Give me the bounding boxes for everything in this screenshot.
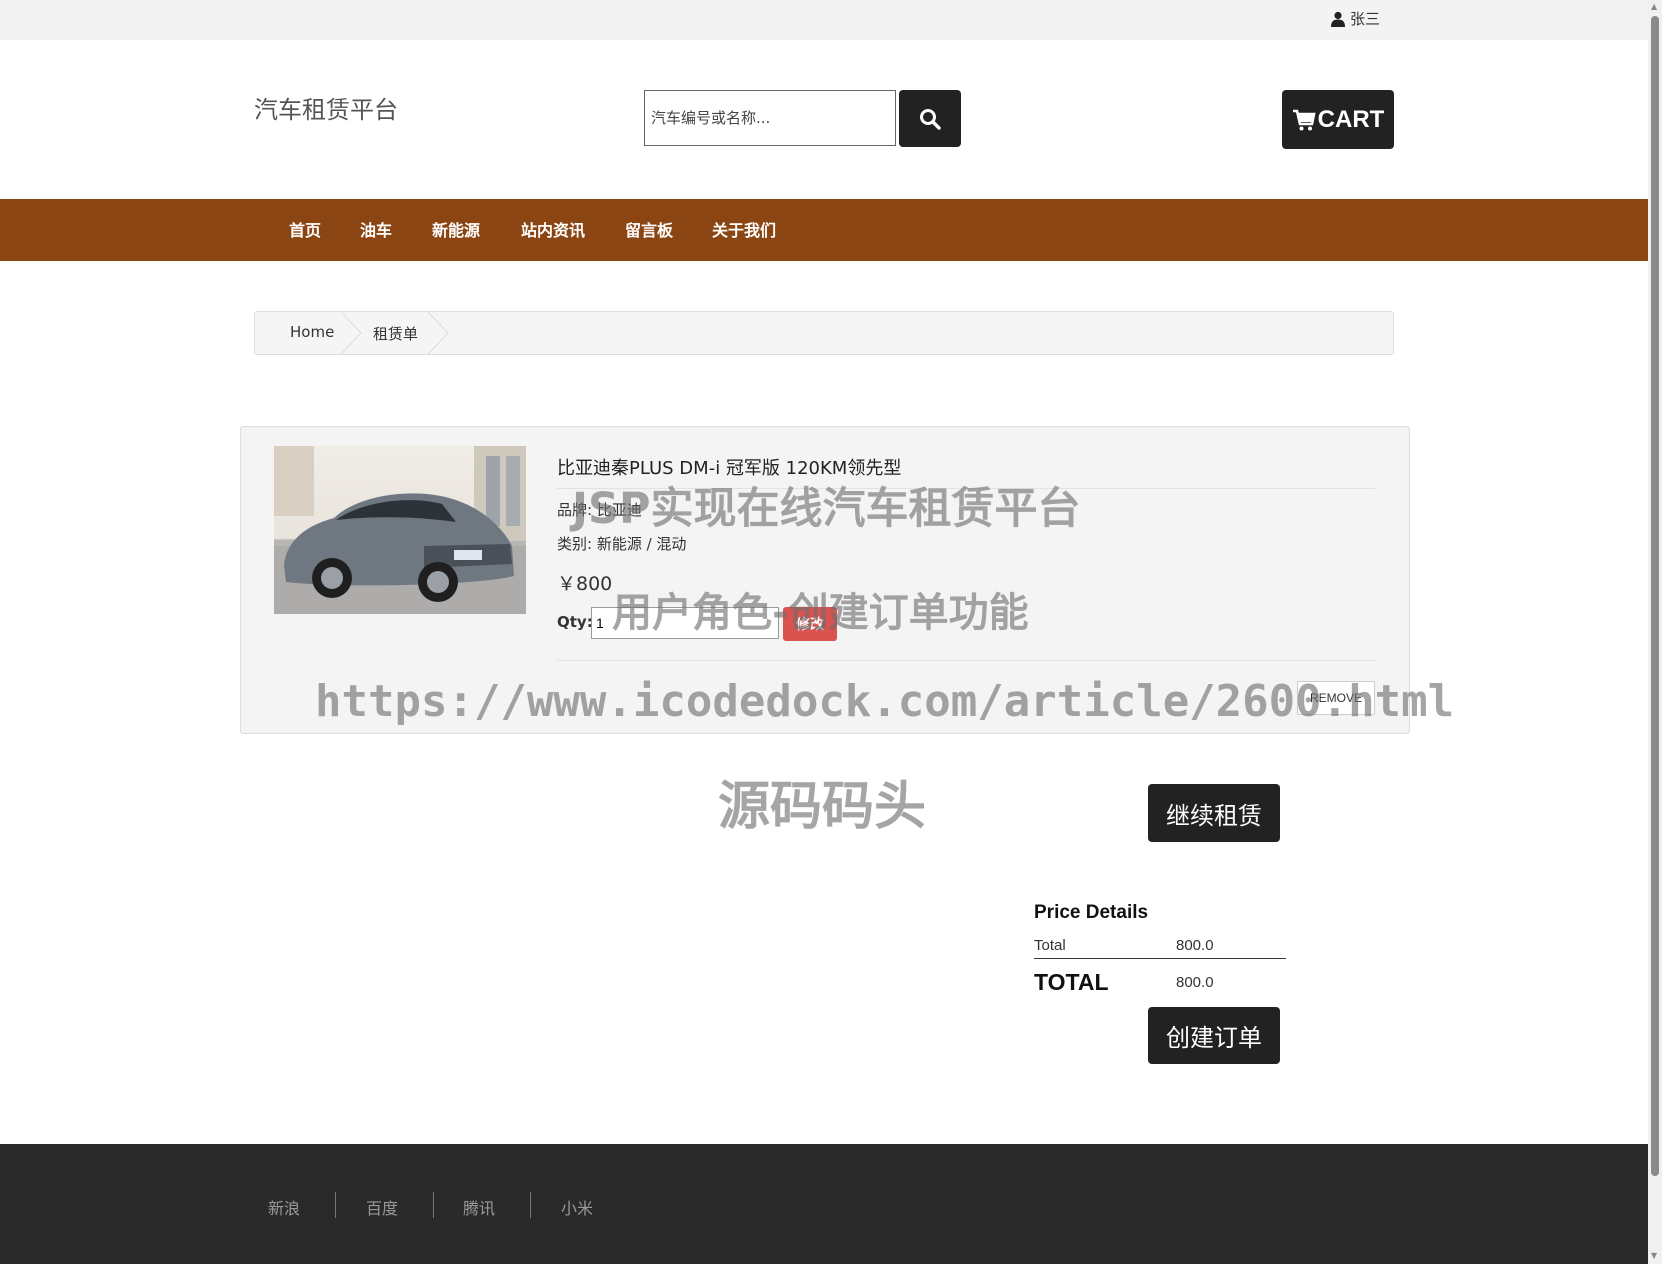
divider xyxy=(530,1192,531,1218)
cart-item: 比亚迪秦PLUS DM-i 冠军版 120KM领先型 品牌: 比亚迪 类别: 新… xyxy=(240,426,1410,734)
nav-item-message-board[interactable]: 留言板 xyxy=(625,217,673,241)
breadcrumb-chevron-icon xyxy=(341,312,362,354)
footer-link-tencent[interactable]: 腾讯 xyxy=(463,1195,495,1219)
user-icon xyxy=(1331,11,1345,27)
site-brand[interactable]: 汽车租赁平台 xyxy=(254,90,398,125)
update-qty-button[interactable]: 修改 xyxy=(783,607,837,641)
qty-input[interactable] xyxy=(591,607,779,639)
subtotal-label: Total xyxy=(1034,937,1066,954)
grand-total-label: TOTAL xyxy=(1034,969,1109,995)
divider xyxy=(557,488,1375,489)
subtotal-value: 800.0 xyxy=(1176,937,1214,954)
create-order-button[interactable]: 创建订单 xyxy=(1148,1007,1280,1064)
scroll-down-arrow-icon[interactable]: ▼ xyxy=(1651,1251,1657,1260)
watermark-source: 源码码头 xyxy=(718,777,927,837)
footer-link-xiaomi[interactable]: 小米 xyxy=(561,1195,593,1219)
scroll-up-arrow-icon[interactable]: ▲ xyxy=(1651,2,1657,11)
qty-label: Qty: xyxy=(557,613,593,631)
breadcrumb-chevron-icon xyxy=(428,312,449,354)
breadcrumb-home[interactable]: Home xyxy=(290,323,334,341)
user-name: 张三 xyxy=(1350,10,1381,28)
cart-button[interactable]: CART xyxy=(1282,90,1394,149)
price-details-title: Price Details xyxy=(1034,902,1149,923)
breadcrumb: Home 租赁单 xyxy=(254,311,1394,355)
main-nav: 首页 油车 新能源 站内资讯 留言板 关于我们 xyxy=(0,199,1648,261)
search-input[interactable] xyxy=(644,90,896,146)
car-image[interactable] xyxy=(274,446,526,614)
divider xyxy=(1034,958,1286,959)
nav-item-news[interactable]: 站内资讯 xyxy=(521,217,585,241)
user-menu[interactable]: 张三 xyxy=(1330,8,1380,29)
divider xyxy=(557,660,1375,661)
footer-link-sina[interactable]: 新浪 xyxy=(268,1195,300,1219)
search-icon xyxy=(920,108,941,130)
divider xyxy=(433,1192,434,1218)
car-brand: 品牌: 比亚迪 xyxy=(557,501,642,519)
remove-button[interactable]: REMOVE xyxy=(1297,681,1375,715)
nav-item-new-energy[interactable]: 新能源 xyxy=(432,217,480,241)
grand-total-value: 800.0 xyxy=(1176,974,1214,991)
cart-label: CART xyxy=(1317,105,1385,133)
nav-item-fuel-cars[interactable]: 油车 xyxy=(360,217,392,241)
shopping-cart-icon xyxy=(1292,109,1316,130)
search-button[interactable] xyxy=(899,90,961,147)
nav-item-about-us[interactable]: 关于我们 xyxy=(712,217,776,241)
footer-link-baidu[interactable]: 百度 xyxy=(366,1195,398,1219)
car-title[interactable]: 比亚迪秦PLUS DM-i 冠军版 120KM领先型 xyxy=(557,454,901,480)
continue-renting-button[interactable]: 继续租赁 xyxy=(1148,784,1280,842)
car-category: 类别: 新能源 / 混动 xyxy=(557,535,687,553)
breadcrumb-current: 租赁单 xyxy=(373,325,419,343)
divider xyxy=(335,1192,336,1218)
top-bar: 张三 xyxy=(0,0,1648,40)
car-price: ￥800 xyxy=(557,573,613,595)
nav-item-home[interactable]: 首页 xyxy=(289,217,321,241)
footer: 新浪 百度 腾讯 小米 xyxy=(0,1144,1648,1264)
scrollbar-thumb[interactable] xyxy=(1651,16,1659,1176)
car-photo xyxy=(274,446,526,614)
